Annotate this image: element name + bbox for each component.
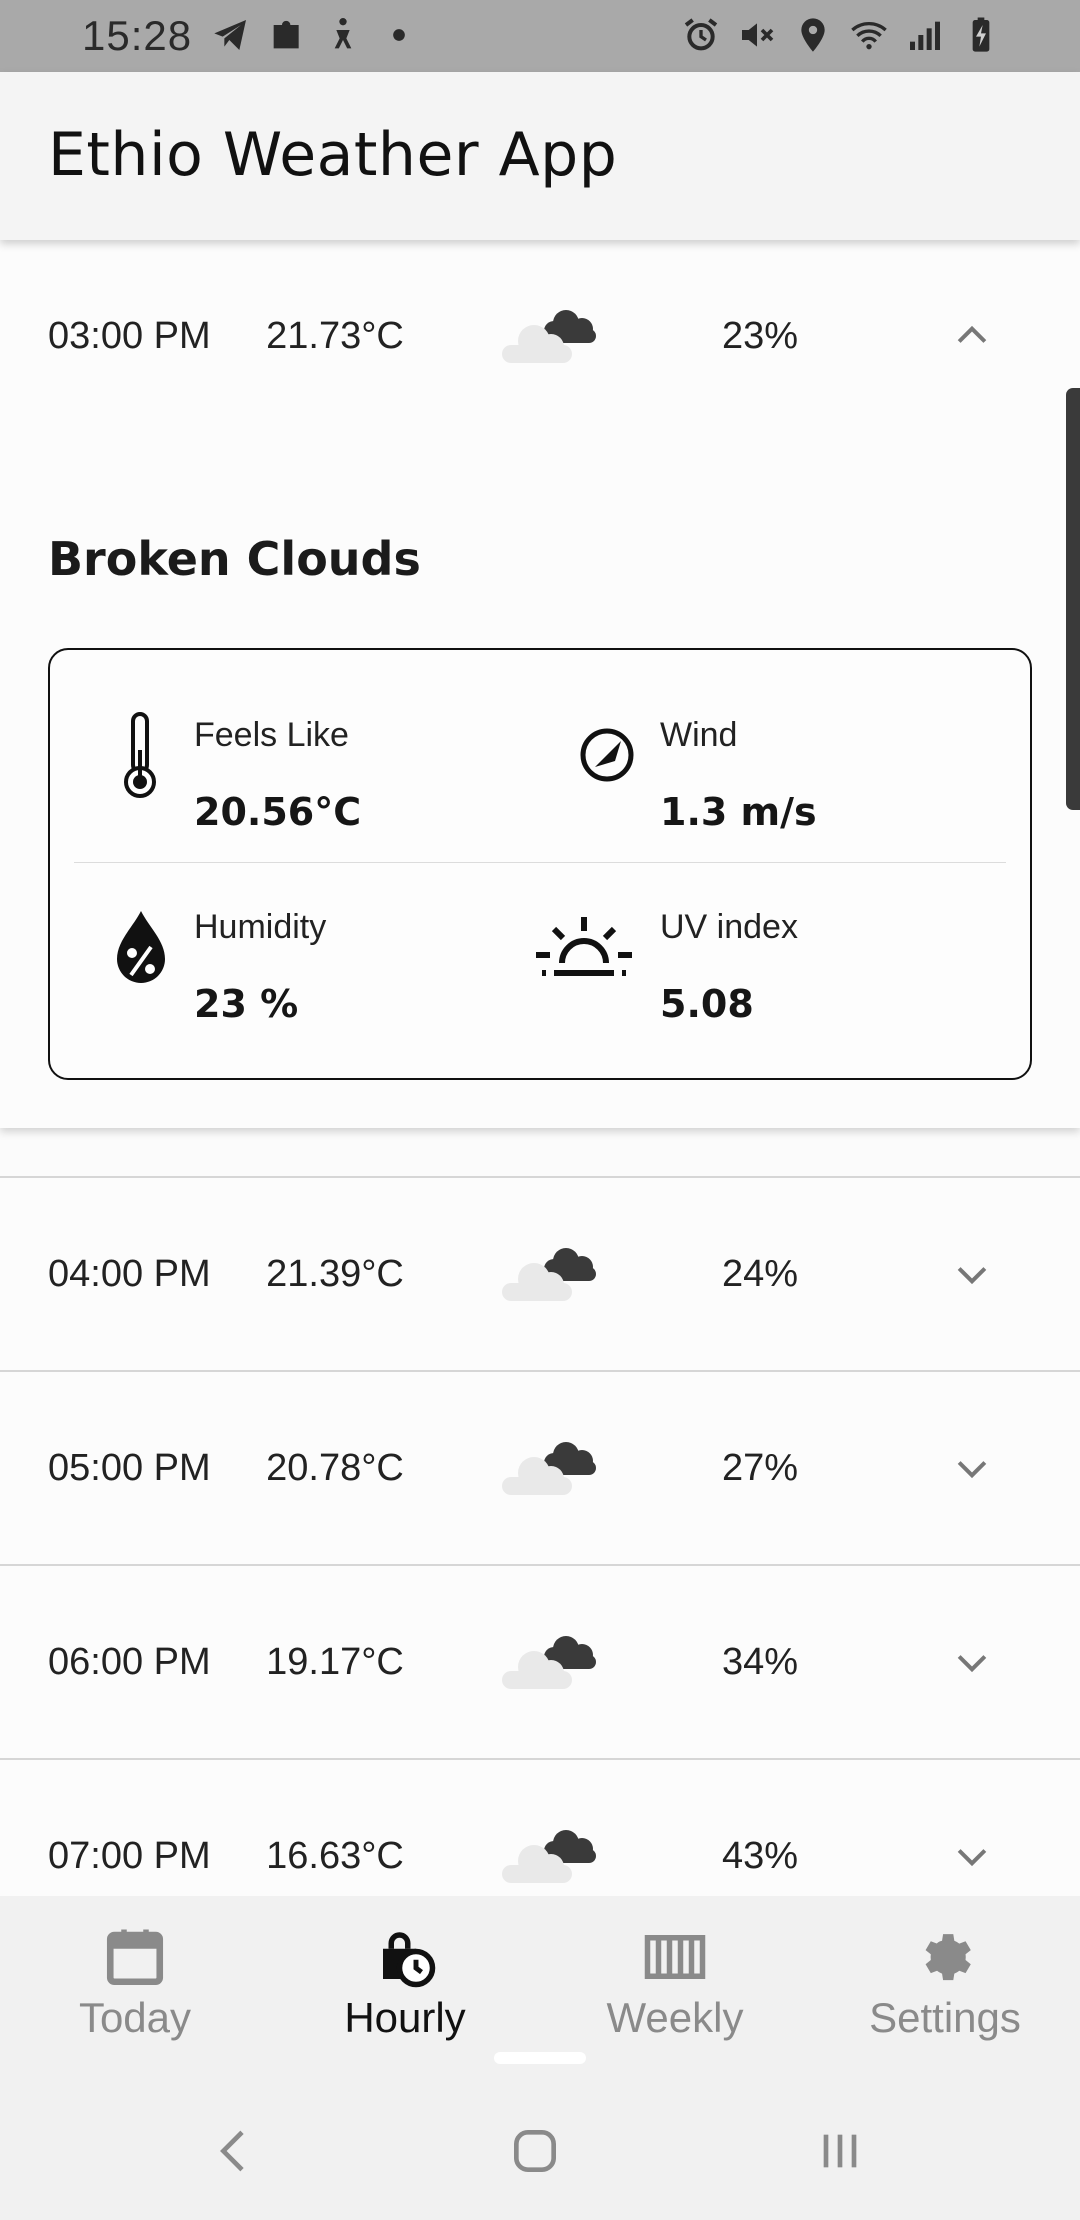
thermometer-icon <box>106 710 176 800</box>
alarm-icon <box>680 14 722 56</box>
hourly-clock-bag-icon <box>370 1922 440 1992</box>
broken-clouds-icon <box>496 301 606 371</box>
hour-card[interactable]: 07:00 PM 16.63°C 43% <box>0 1758 1080 1896</box>
nav-label-hourly: Hourly <box>344 1994 466 2041</box>
nav-item-weekly[interactable]: Weekly <box>540 1896 810 2076</box>
hour-card[interactable]: 05:00 PM 20.78°C 27% <box>0 1370 1080 1564</box>
nav-label-weekly: Weekly <box>606 1994 744 2041</box>
status-left-icons <box>210 14 420 56</box>
home-icon[interactable] <box>500 2116 570 2186</box>
hour-row[interactable]: 04:00 PM 21.39°C 24% <box>0 1178 1080 1370</box>
gear-icon <box>910 1922 980 1992</box>
hour-row-header[interactable]: 03:00 PM 21.73°C 23% <box>0 240 1080 432</box>
nav-item-today[interactable]: Today <box>0 1896 270 2076</box>
hour-card[interactable]: 04:00 PM 21.39°C 24% <box>0 1176 1080 1370</box>
active-tab-indicator <box>494 2052 586 2064</box>
hour-time: 06:00 PM <box>48 1640 211 1683</box>
weather-description: Broken Clouds <box>48 532 421 586</box>
humidity-label: Humidity <box>194 908 327 946</box>
wind-label: Wind <box>660 716 738 754</box>
wind-compass-icon <box>572 710 642 800</box>
nav-item-hourly[interactable]: Hourly <box>270 1896 540 2076</box>
status-bar: 15:28 <box>0 0 1080 72</box>
hour-temp: 16.63°C <box>266 1834 404 1877</box>
back-icon[interactable] <box>200 2116 270 2186</box>
calendar-icon <box>100 1922 170 1992</box>
bottom-navigation: Today Hourly Weekly Settings <box>0 1896 1080 2076</box>
hour-time: 04:00 PM <box>48 1252 211 1295</box>
week-columns-icon <box>640 1922 710 1992</box>
feels-like-value: 20.56°C <box>194 790 362 834</box>
hour-humidity: 34% <box>721 1640 799 1683</box>
hour-time: 07:00 PM <box>48 1834 211 1877</box>
accessibility-icon <box>322 14 364 56</box>
humidity-drop-icon <box>106 902 176 992</box>
hour-temp: 21.39°C <box>266 1252 404 1295</box>
system-navigation <box>0 2076 1080 2220</box>
status-time: 15:28 <box>82 12 193 59</box>
detail-feels-like: Feels Like 20.56°C <box>50 650 510 840</box>
humidity-value: 23 % <box>194 982 299 1026</box>
telegram-icon <box>210 14 252 56</box>
hour-humidity: 23% <box>721 314 799 357</box>
hour-humidity: 24% <box>721 1252 799 1295</box>
broken-clouds-icon <box>496 1821 606 1891</box>
chevron-down-icon[interactable] <box>950 1252 994 1296</box>
hour-row[interactable]: 06:00 PM 19.17°C 34% <box>0 1566 1080 1758</box>
recents-icon[interactable] <box>805 2116 875 2186</box>
app-title: Ethio Weather App <box>48 120 618 190</box>
hour-temp: 20.78°C <box>266 1446 404 1489</box>
uv-value: 5.08 <box>660 982 754 1026</box>
chevron-down-icon[interactable] <box>950 1640 994 1684</box>
uv-label: UV index <box>660 908 798 946</box>
app-bar: Ethio Weather App <box>0 72 1080 240</box>
detail-uv: UV index 5.08 <box>516 842 976 1032</box>
broken-clouds-icon <box>496 1239 606 1309</box>
hourly-list[interactable]: 03:00 PM 21.73°C 23% Broken Clouds Feels… <box>0 240 1080 1896</box>
detail-humidity: Humidity 23 % <box>50 842 510 1032</box>
hour-row[interactable]: 05:00 PM 20.78°C 27% <box>0 1372 1080 1564</box>
wifi-icon <box>848 14 890 56</box>
detail-wind: Wind 1.3 m/s <box>516 650 976 840</box>
nav-label-settings: Settings <box>869 1994 1021 2041</box>
hour-temp: 19.17°C <box>266 1640 404 1683</box>
nav-item-settings[interactable]: Settings <box>810 1896 1080 2076</box>
uv-sun-icon <box>534 902 634 992</box>
hour-card-expanded: 03:00 PM 21.73°C 23% Broken Clouds Feels… <box>0 240 1080 1128</box>
hour-time: 05:00 PM <box>48 1446 211 1489</box>
status-right-icons <box>680 14 1002 56</box>
hour-humidity: 27% <box>721 1446 799 1489</box>
dot-icon <box>378 14 420 56</box>
details-panel: Feels Like 20.56°C Wind 1.3 m/s Humidity… <box>48 648 1032 1080</box>
hour-row[interactable]: 07:00 PM 16.63°C 43% <box>0 1760 1080 1896</box>
location-icon <box>792 14 834 56</box>
nav-label-today: Today <box>78 1994 192 2041</box>
feels-like-label: Feels Like <box>194 716 349 754</box>
hour-card[interactable]: 06:00 PM 19.17°C 34% <box>0 1564 1080 1758</box>
mute-icon <box>736 14 778 56</box>
signal-icon <box>904 14 946 56</box>
puzzle-icon <box>266 14 308 56</box>
hour-time: 03:00 PM <box>48 314 211 357</box>
wind-value: 1.3 m/s <box>660 790 817 834</box>
chevron-down-icon[interactable] <box>950 1446 994 1490</box>
hour-temp: 21.73°C <box>266 314 404 357</box>
chevron-down-icon[interactable] <box>950 1834 994 1878</box>
broken-clouds-icon <box>496 1627 606 1697</box>
chevron-up-icon[interactable] <box>950 314 994 358</box>
broken-clouds-icon <box>496 1433 606 1503</box>
battery-charging-icon <box>960 14 1002 56</box>
hour-humidity: 43% <box>721 1834 799 1877</box>
scrollbar[interactable] <box>1066 388 1080 810</box>
